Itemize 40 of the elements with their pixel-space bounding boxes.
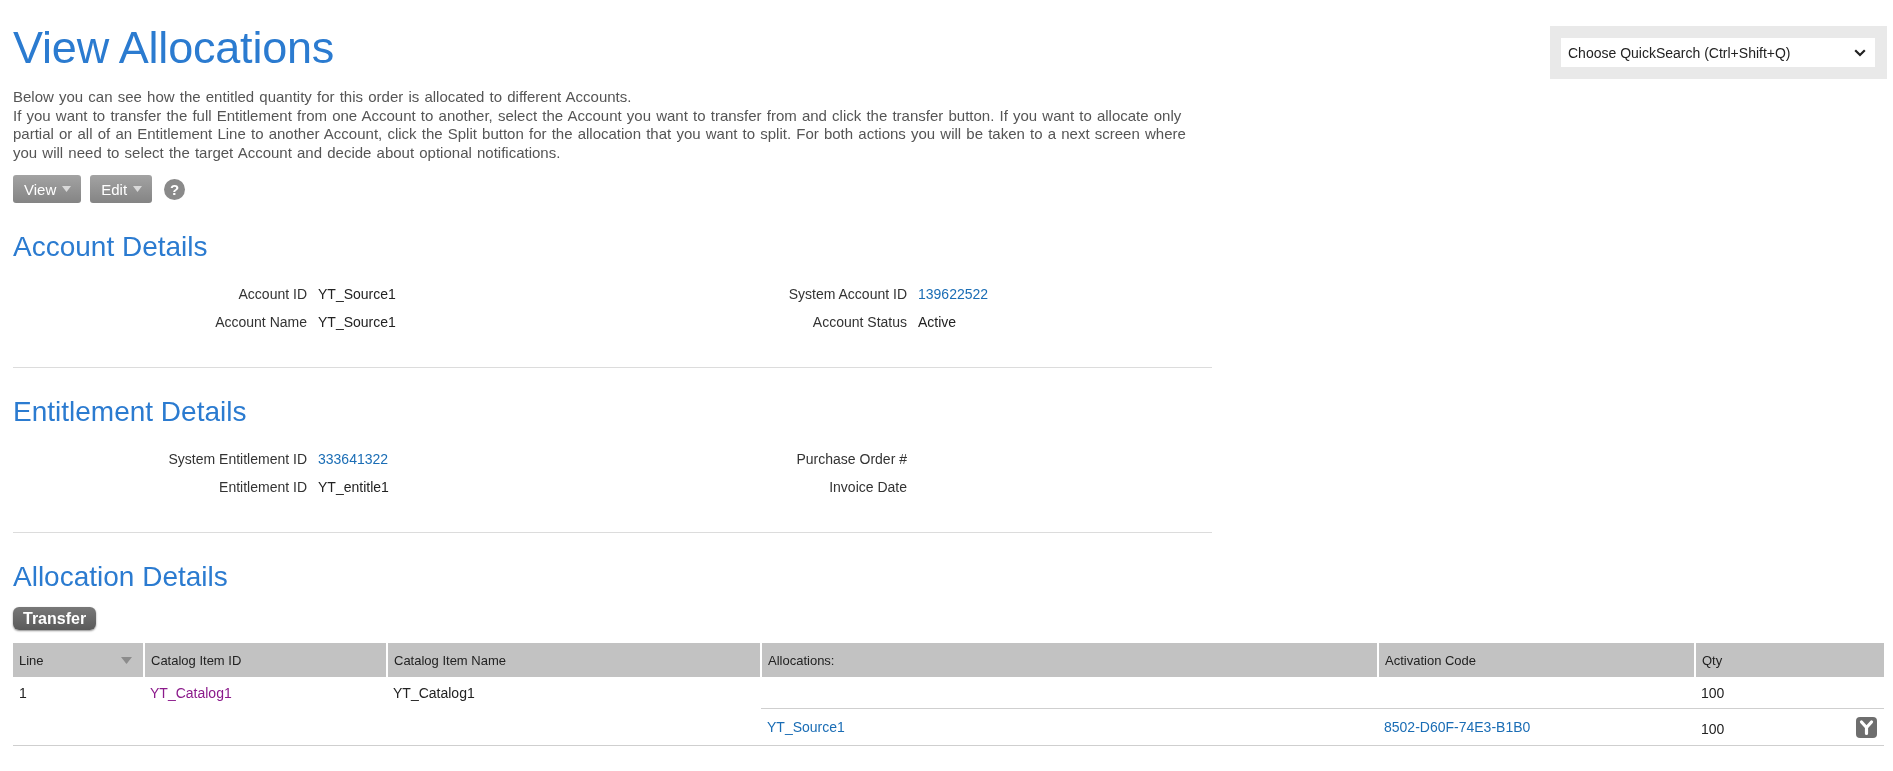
field-value: YT_Source1 — [318, 313, 397, 331]
table-cell: 100 — [1695, 677, 1884, 709]
column-header[interactable]: Activation Code — [1378, 643, 1695, 677]
chevron-down-icon — [1854, 48, 1866, 57]
section-heading: Account Details — [13, 230, 209, 264]
caret-icon — [62, 186, 72, 192]
field-value: Active — [918, 313, 958, 331]
description-text: If you want to transfer the full Entitlement from one Account to another, select the Account you want to transfer from and click the transfer button. If you want to allocate only partial or all of an Entitlement Line to another Account, click the Split button for the allocation that you want to split. For both actions you will be taken to a next screen where you will need to select the target Account and decide about optional notifications. — [13, 106, 1187, 162]
description-text: Below you can see how the entitled quantity for this order is allocated to different Accounts. — [13, 88, 633, 107]
field-label: System Entitlement ID — [167, 450, 307, 468]
link[interactable]: 139622522 — [918, 285, 1212, 303]
field-label: Purchase Order # — [795, 450, 907, 468]
link[interactable]: YT_Source1 — [767, 719, 845, 735]
column-header[interactable]: Allocations: — [761, 643, 1378, 677]
section-heading: Allocation Details — [13, 560, 229, 594]
page-title: View Allocations — [13, 21, 336, 75]
field-label: Account Name — [214, 313, 307, 331]
field-label: Invoice Date — [828, 478, 907, 496]
caret-icon — [133, 186, 143, 192]
field-label: Entitlement ID — [218, 478, 307, 496]
section-heading: Entitlement Details — [13, 395, 248, 429]
link[interactable]: 333641322 — [318, 450, 608, 468]
fork-icon[interactable] — [1856, 716, 1877, 738]
field-label: Account ID — [237, 285, 307, 303]
link[interactable]: YT_Catalog1 — [150, 684, 232, 701]
field-value: YT_Source1 — [318, 285, 397, 303]
field-value: YT_entitle1 — [318, 478, 390, 496]
table-cell: YT_Catalog1 — [387, 677, 761, 709]
table-cell-text: 100 — [1701, 720, 1725, 737]
quick-search-dropdown[interactable]: Choose QuickSearch (Ctrl+Shift+Q) — [1561, 38, 1875, 67]
column-header[interactable]: Catalog Item ID — [144, 643, 387, 677]
table-cell: 1 — [13, 677, 144, 709]
field-label: System Account ID — [787, 285, 907, 303]
column-header[interactable]: Line — [13, 643, 144, 677]
link[interactable]: 8502-D60F-74E3-B1B0 — [1384, 719, 1531, 735]
field-label: Account Status — [811, 313, 907, 331]
column-header[interactable]: Catalog Item Name — [387, 643, 761, 677]
transfer-button[interactable]: Transfer — [13, 607, 97, 630]
column-label: Line — [19, 652, 44, 668]
column-header[interactable]: Qty — [1695, 643, 1884, 677]
